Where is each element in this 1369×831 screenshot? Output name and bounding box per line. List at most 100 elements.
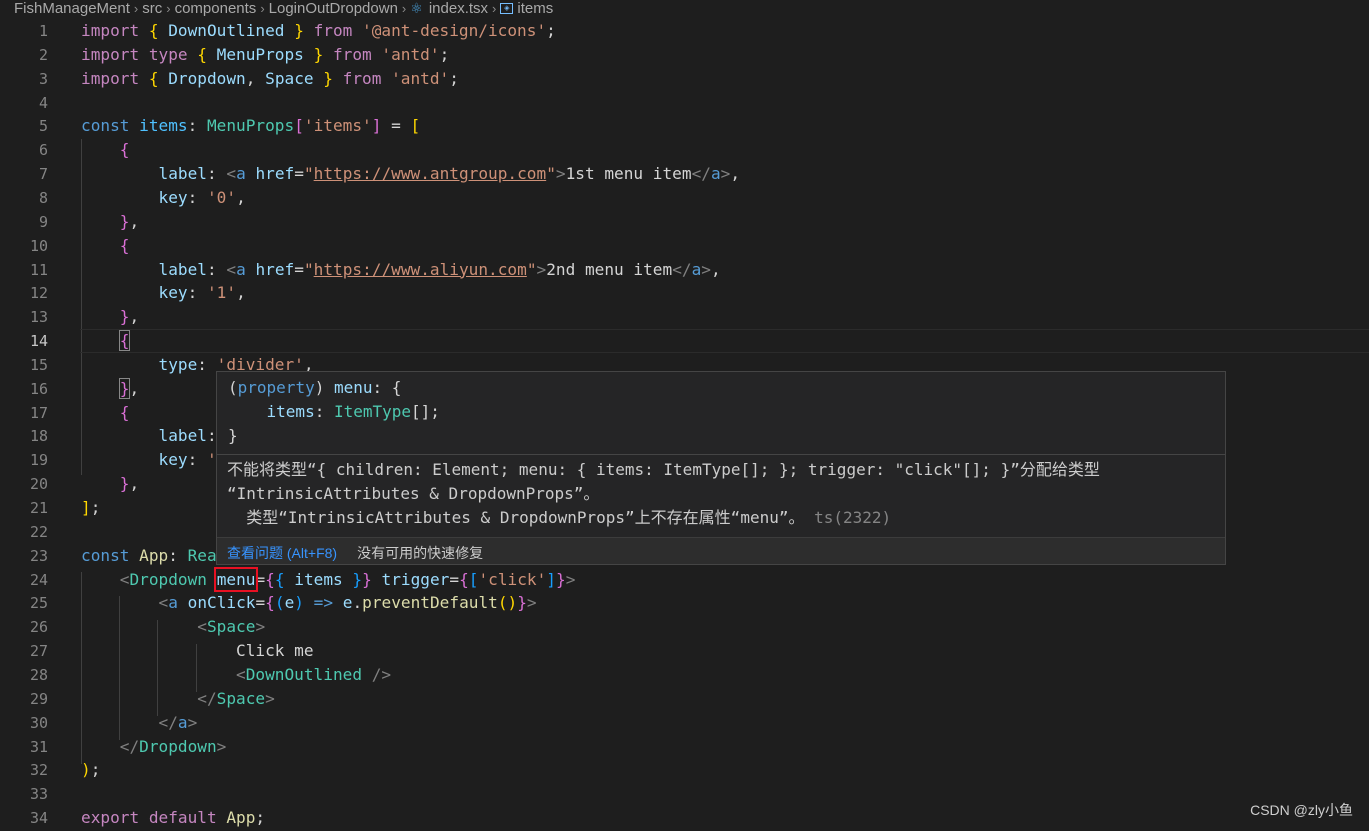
code-line[interactable]: 2 import type { MenuProps } from 'antd'; [0,43,1369,67]
code-token: ; [439,44,450,64]
code-token: } [362,569,372,589]
code-token: key [158,450,188,470]
chevron-right-icon: › [166,0,171,16]
code-token: > [555,164,566,184]
line-code: ); [81,758,100,782]
line-number: 2 [38,45,48,64]
breadcrumb-label: LoginOutDropdown [268,0,398,16]
line-code: import type { MenuProps } from 'antd'; [81,43,449,67]
line-code: </Dropdown> [81,735,227,759]
code-token: from [323,44,382,64]
code-token: 'antd' [391,68,450,88]
code-token: } [284,21,304,40]
code-line[interactable]: 30 </a> [0,711,1369,735]
code-line[interactable]: 12 key: '1', [0,281,1369,305]
code-token: > [255,617,266,637]
code-token: > [187,712,198,732]
code-token: from [303,21,363,40]
code-token: </ [672,259,692,279]
code-line[interactable]: 24 <Dropdown menu={{ items }} trigger={[… [0,566,1369,592]
line-code: <DownOutlined /> [81,663,391,687]
code-token: { [148,21,169,40]
code-token: trigger [381,569,450,589]
line-code: }, [81,210,139,234]
code-token: : [187,116,207,136]
no-quick-fix-text: 没有可用的快速修复 [357,544,484,561]
code-token: } [119,474,130,494]
code-line[interactable]: 6 { [0,138,1369,162]
code-token: </ [158,712,178,732]
code-line[interactable]: 14 { [0,329,1369,354]
code-line[interactable]: 9 }, [0,210,1369,234]
code-token: items [266,402,315,421]
breadcrumb-item[interactable]: LoginOutDropdown [269,0,398,16]
line-number: 34 [29,809,48,828]
code-token: { [119,140,130,160]
code-token: , [236,283,246,303]
line-code: { [81,138,130,162]
code-token: a [177,712,188,732]
code-line[interactable]: 7 label: <a href="https://www.antgroup.c… [0,162,1369,186]
code-line[interactable]: 10 { [0,234,1369,258]
breadcrumb-item[interactable]: ⚛ index.tsx [410,0,488,16]
code-token: href [255,164,295,184]
code-token: '1' [206,283,237,303]
breadcrumb-item[interactable]: src [142,0,162,16]
code-line[interactable]: 8 key: '0', [0,186,1369,210]
code-line[interactable]: 26 <Space> [0,615,1369,639]
code-line[interactable]: 13 }, [0,305,1369,329]
code-token: onClick [187,593,256,613]
breadcrumb-item[interactable]: components [175,0,257,16]
code-token: { [118,330,131,352]
code-token: < [226,164,237,184]
code-line[interactable]: 28 <DownOutlined /> [0,663,1369,687]
line-code: key: '1', [81,281,246,305]
code-token: ( [274,593,285,613]
code-line[interactable]: 34 export default App; [0,806,1369,830]
breadcrumb-label: items [517,0,554,16]
line-code: import { Dropdown, Space } from 'antd'; [81,67,459,91]
code-token: Dropdown [168,68,246,88]
code-line[interactable]: 1 import { DownOutlined } from '@ant-desi… [0,19,1369,43]
code-token: '0' [206,187,237,207]
code-line[interactable]: 5 const items: MenuProps['items'] = [ [0,114,1369,138]
code-token: : [197,354,217,374]
react-file-icon: ⚛ [410,0,423,16]
code-token: , [730,164,741,184]
code-line[interactable]: 31 </Dropdown> [0,735,1369,759]
code-line[interactable]: 32); [0,758,1369,782]
code-token: { [148,68,169,88]
line-code: </a> [81,711,198,735]
code-line[interactable]: 27 Click me [0,639,1369,663]
code-token: 1st menu item [565,164,692,184]
code-token: , [245,68,266,88]
code-token: [ [468,569,479,589]
code-line[interactable]: 29 </Space> [0,687,1369,711]
breadcrumb-item[interactable]: ◈ items [500,0,553,16]
code-token: App [226,808,256,828]
line-code: Click me [81,639,314,663]
breadcrumb-item[interactable]: FishManageMent [14,0,130,16]
code-line[interactable]: 25 <a onClick={(e) => e.preventDefault()… [0,591,1369,615]
code-token: import [81,44,149,64]
code-token: property [237,378,315,397]
code-token: [ [294,116,304,136]
code-token: => [313,593,334,613]
code-token: : [314,402,334,421]
code-line[interactable]: 4 [0,91,1369,115]
code-token: Space [216,688,266,708]
code-token: ) [314,378,334,397]
code-line[interactable]: 33 [0,782,1369,806]
code-token: 'click' [478,569,547,589]
code-line[interactable]: 11 label: <a href="https://www.aliyun.co… [0,258,1369,282]
code-line[interactable]: 3 import { Dropdown, Space } from 'antd'; [0,67,1369,91]
code-token: </ [691,164,711,184]
view-problem-link[interactable]: 查看问题 (Alt+F8) [227,543,337,563]
code-token: a [691,259,702,279]
code-token: label [158,426,207,446]
